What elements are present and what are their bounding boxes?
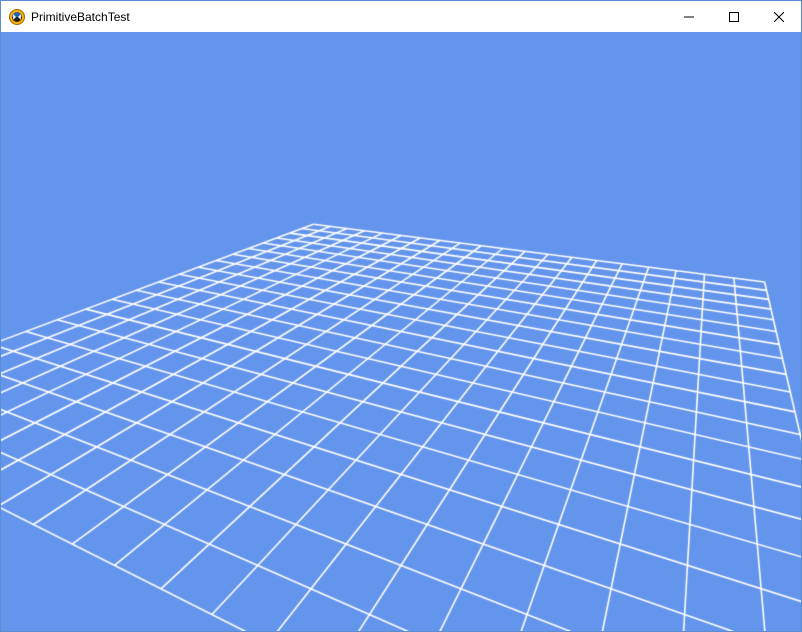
window-title: PrimitiveBatchTest — [31, 10, 666, 24]
window-controls — [666, 1, 801, 32]
app-icon — [9, 9, 25, 25]
render-viewport — [1, 32, 801, 631]
close-button[interactable] — [756, 1, 801, 32]
close-icon — [774, 12, 784, 22]
app-window: PrimitiveBatchTest — [0, 0, 802, 632]
client-area — [1, 32, 801, 631]
titlebar[interactable]: PrimitiveBatchTest — [1, 1, 801, 32]
minimize-button[interactable] — [666, 1, 711, 32]
minimize-icon — [684, 12, 694, 22]
maximize-button[interactable] — [711, 1, 756, 32]
maximize-icon — [729, 12, 739, 22]
